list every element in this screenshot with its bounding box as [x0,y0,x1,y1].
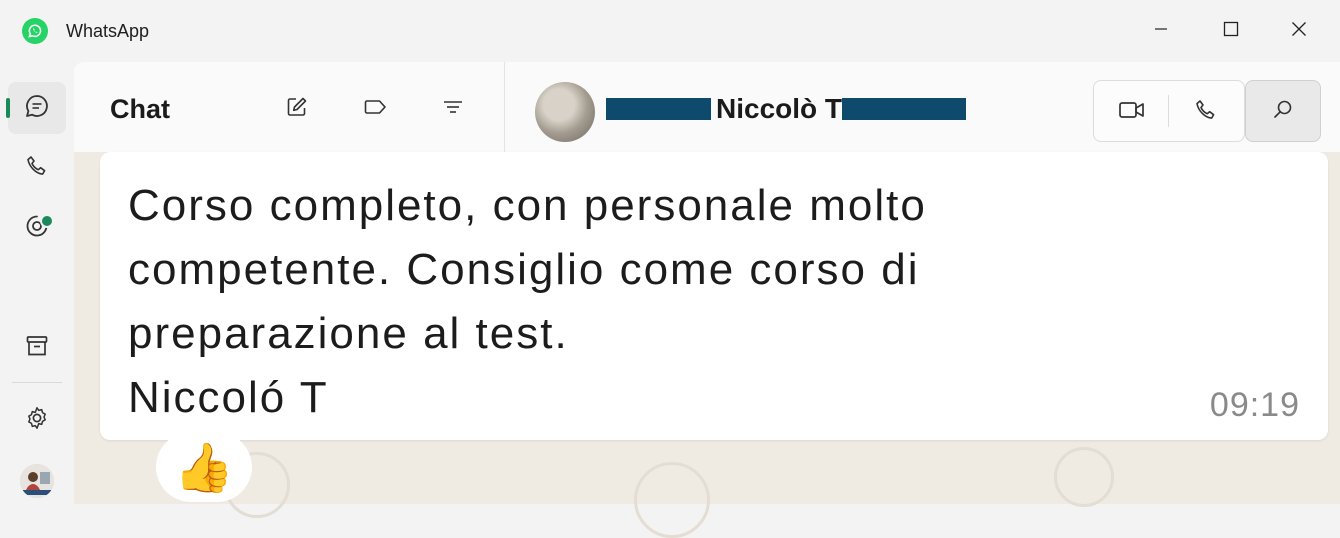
status-unread-dot [40,214,54,228]
contact-name: Niccolò T [716,93,843,124]
nav-status[interactable] [8,202,66,254]
call-group-divider [1168,95,1169,127]
nav-calls[interactable] [8,142,66,194]
redaction-bar [842,98,966,120]
wallpaper-doodle [1054,447,1114,507]
chat-list-header: Chat [74,62,505,152]
filter-icon [441,95,465,124]
labels-button[interactable] [359,92,393,126]
settings-icon [24,405,50,436]
profile-avatar[interactable] [20,464,54,498]
calls-icon [25,154,49,183]
contact-avatar[interactable] [535,82,595,142]
nav-settings[interactable] [8,394,66,446]
nav-chats[interactable] [6,82,66,134]
call-button-group [1093,80,1245,142]
wallpaper-doodle [634,462,710,538]
chat-background: Corso completo, con personale molto comp… [74,152,1340,538]
maximize-button[interactable] [1208,14,1254,44]
filter-button[interactable] [436,92,470,126]
close-button[interactable] [1276,14,1322,44]
new-chat-icon [285,95,309,124]
minimize-button[interactable] [1138,14,1184,44]
message-timestamp: 09:19 [1209,386,1300,424]
video-call-button[interactable] [1112,95,1152,129]
title-bar: WhatsApp [0,0,1340,62]
conversation-header[interactable]: Niccolò T [505,62,1340,152]
chat-list-title: Chat [110,94,170,124]
video-camera-icon [1118,100,1146,125]
rail-divider [12,382,62,383]
search-icon [1272,98,1294,125]
archive-icon [24,333,50,364]
app-title: WhatsApp [66,21,150,41]
active-indicator [6,98,10,118]
label-icon [363,95,389,124]
redaction-bar [606,98,711,120]
voice-call-button[interactable] [1186,95,1226,129]
phone-icon [1194,98,1218,127]
whatsapp-logo-icon [22,18,48,44]
message-text: Corso completo, con personale molto comp… [128,181,927,422]
navigation-rail [0,62,74,504]
chats-icon [24,93,50,124]
search-button[interactable] [1245,80,1321,142]
nav-archived[interactable] [8,322,66,374]
new-chat-button[interactable] [280,92,314,126]
message-bubble[interactable]: Corso completo, con personale molto comp… [100,152,1328,440]
thumbs-up-reaction[interactable]: 👍 [156,432,252,502]
